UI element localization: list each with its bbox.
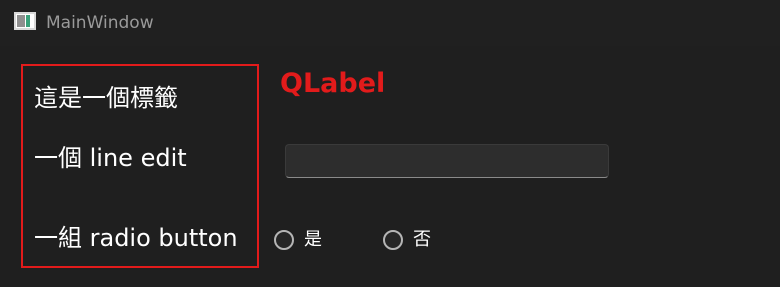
radio-circle-icon[interactable]	[383, 230, 403, 250]
label-line-edit: 一個 line edit	[34, 144, 187, 172]
qlabel-annotation: QLabel	[280, 68, 386, 99]
label-radio-button: 一組 radio button	[34, 224, 238, 252]
radio-circle-icon[interactable]	[274, 230, 294, 250]
app-window-icon	[14, 12, 36, 30]
radio-yes[interactable]: 是	[274, 227, 322, 253]
radio-no-label: 否	[413, 229, 431, 250]
window-title: MainWindow	[46, 13, 154, 33]
radio-no[interactable]: 否	[383, 227, 431, 253]
label-this-is-a-label: 這是一個標籤	[34, 84, 178, 112]
radio-yes-label: 是	[304, 229, 322, 250]
title-bar[interactable]: MainWindow	[0, 0, 780, 46]
line-edit-input[interactable]	[285, 144, 609, 178]
main-window: MainWindow 這是一個標籤 一個 line edit 一組 radio …	[0, 0, 780, 287]
